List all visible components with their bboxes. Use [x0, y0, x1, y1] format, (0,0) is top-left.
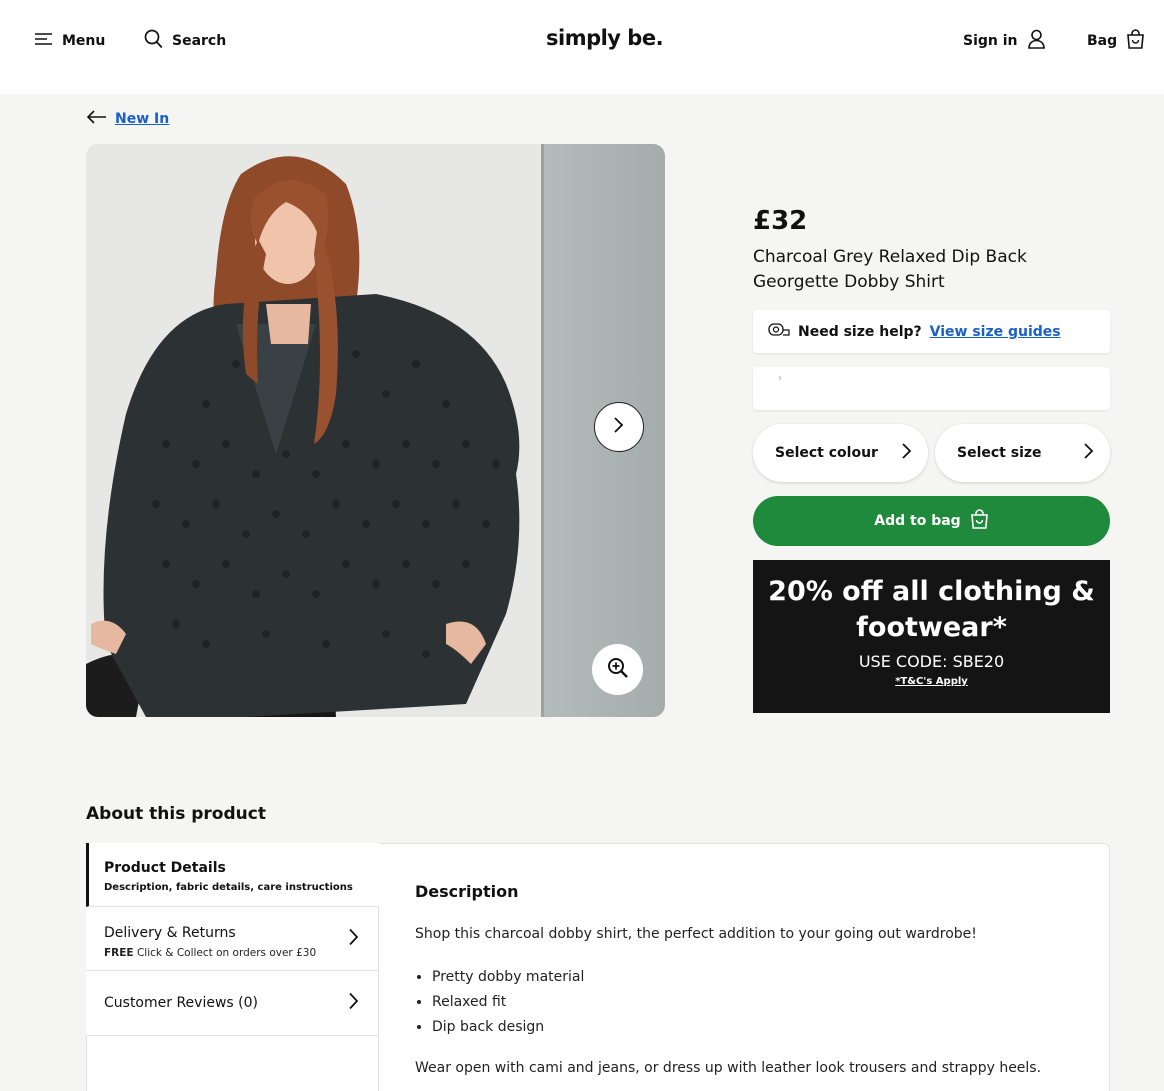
zoom-button[interactable] [592, 644, 643, 695]
about-tabs: Product Details Description, fabric deta… [86, 843, 379, 1036]
size-help-panel: Need size help? View size guides [753, 310, 1110, 353]
bag-button[interactable]: Bag [1087, 29, 1145, 53]
select-size-label: Select size [957, 445, 1042, 461]
description-bullets: Pretty dobby material Relaxed fit Dip ba… [432, 965, 1095, 1040]
menu-label: Menu [62, 33, 106, 49]
tab-subtitle-text: Click & Collect on orders over £30 [133, 947, 317, 959]
tab-customer-reviews[interactable]: Customer Reviews (0) [86, 971, 379, 1036]
tab-title: Delivery & Returns [104, 925, 236, 941]
promo-banner[interactable]: 20% off all clothing & footwear* USE COD… [753, 560, 1110, 713]
empty-info-box: › [753, 367, 1110, 410]
user-icon [1027, 29, 1046, 53]
sign-in-button[interactable]: Sign in [963, 29, 1046, 53]
bag-icon [970, 509, 989, 533]
search-icon [144, 29, 163, 53]
list-item: Pretty dobby material [432, 965, 1095, 990]
product-price: £32 [753, 206, 808, 236]
promo-code: USE CODE: SBE20 [858, 652, 1005, 671]
back-link[interactable]: New In [115, 111, 169, 127]
chevron-right-icon [1083, 442, 1094, 464]
add-to-bag-button[interactable]: Add to bag [753, 496, 1110, 546]
free-badge: FREE [104, 947, 134, 959]
search-label: Search [172, 33, 227, 49]
promo-headline: 20% off all clothing & footwear* [768, 576, 1095, 643]
size-help-prompt: Need size help? [798, 323, 922, 340]
product-image[interactable] [86, 144, 665, 717]
chevron-right-icon [348, 927, 359, 950]
chevron-right-icon [348, 992, 359, 1015]
view-size-guides-link[interactable]: View size guides [930, 324, 1061, 340]
zoom-in-icon [607, 657, 629, 683]
description-panel: Description Shop this charcoal dobby shi… [415, 882, 1095, 1076]
list-item: Dip back design [432, 1015, 1095, 1040]
sign-in-label: Sign in [963, 33, 1018, 49]
description-heading: Description [415, 882, 519, 901]
tab-subtitle: FREE Click & Collect on orders over £30 [104, 947, 379, 959]
product-photo-illustration [86, 156, 520, 717]
select-colour-button[interactable]: Select colour [753, 424, 928, 482]
bag-icon [1126, 29, 1145, 53]
arrow-left-icon[interactable] [86, 110, 107, 128]
site-logo[interactable]: simply be. [546, 26, 664, 50]
menu-button[interactable]: Menu [34, 30, 105, 52]
list-item: Relaxed fit [432, 990, 1095, 1015]
bag-label: Bag [1087, 33, 1118, 49]
empty-box-marker: › [778, 373, 782, 384]
site-header: Menu Search simply be. Sign in Bag [0, 0, 1164, 94]
promo-terms-link[interactable]: *T&C's Apply [753, 676, 1110, 687]
tab-delivery-returns[interactable]: Delivery & Returns FREE Click & Collect … [86, 907, 379, 971]
select-colour-label: Select colour [775, 445, 878, 461]
next-image-button[interactable] [594, 402, 644, 452]
product-title: Charcoal Grey Relaxed Dip Back Georgette… [753, 247, 1027, 292]
search-button[interactable]: Search [144, 29, 227, 53]
tabs-divider [378, 906, 379, 1091]
tab-title: Product Details [104, 860, 226, 876]
description-intro: Shop this charcoal dobby shirt, the perf… [415, 926, 977, 942]
about-title: About this product [86, 804, 266, 824]
description-outro: Wear open with cami and jeans, or dress … [415, 1060, 1042, 1076]
select-size-button[interactable]: Select size [935, 424, 1110, 482]
menu-icon [34, 31, 53, 51]
tab-product-details[interactable]: Product Details Description, fabric deta… [86, 843, 379, 907]
tab-title: Customer Reviews (0) [104, 995, 258, 1011]
chevron-right-icon [901, 442, 912, 464]
breadcrumb: New In [86, 110, 169, 128]
chevron-right-icon [613, 416, 625, 438]
tab-subtitle: Description, fabric details, care instru… [104, 882, 353, 893]
add-to-bag-label: Add to bag [874, 513, 961, 529]
tape-measure-icon [768, 322, 790, 342]
